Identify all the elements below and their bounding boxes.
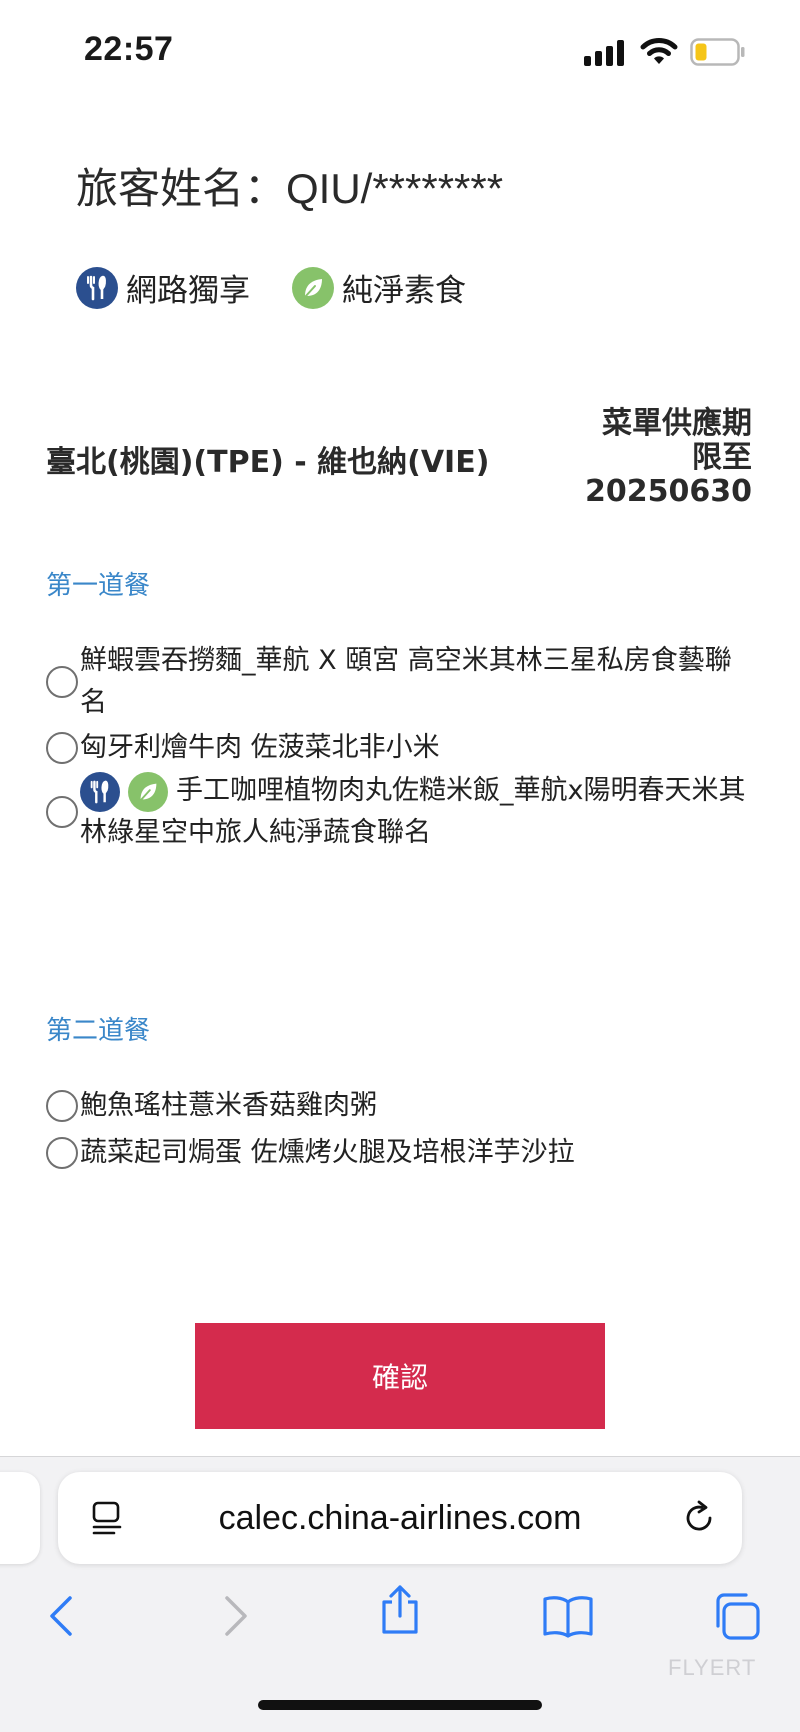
tabs-icon[interactable]: [712, 1590, 764, 1642]
leaf-icon: [292, 266, 334, 309]
home-indicator: [258, 1700, 542, 1710]
meal-option-label: 鮮蝦雲吞撈麵_華航 X 頤宮 高空米其林三星私房食藝聯名: [80, 645, 732, 718]
meal-option-label: 鮑魚瑤柱薏米香菇雞肉粥: [80, 1090, 377, 1121]
section-second-meal-title: 第二道餐: [46, 1016, 151, 1046]
legend-online-label: 網路獨享: [126, 273, 250, 309]
previous-tab-preview[interactable]: [0, 1472, 40, 1564]
battery-icon: [690, 38, 745, 66]
status-time: 22:57: [84, 30, 174, 68]
bookmarks-icon[interactable]: [542, 1590, 594, 1642]
radio-button[interactable]: [46, 1090, 78, 1122]
radio-button[interactable]: [46, 666, 78, 698]
meal-option-label: 蔬菜起司焗蛋 佐燻烤火腿及培根洋芋沙拉: [80, 1137, 575, 1168]
radio-button[interactable]: [46, 796, 78, 828]
passenger-name: 旅客姓名：QIU/********: [76, 165, 504, 212]
legend-pure-vegetarian: 純淨素食: [292, 265, 466, 310]
meal-option-text: 手工咖哩植物肉丸佐糙米飯_華航x陽明春天米其林綠星空中旅人純淨蔬食聯名: [80, 770, 756, 854]
meal-option-1-1[interactable]: 鮮蝦雲吞撈麵_華航 X 頤宮 高空米其林三星私房食藝聯名: [46, 640, 756, 724]
address-bar[interactable]: calec.china-airlines.com: [58, 1472, 742, 1564]
reload-icon[interactable]: [680, 1498, 720, 1538]
supply-date: 20250630: [585, 474, 752, 509]
watermark: FLYERT: [668, 1655, 757, 1680]
page-menu-icon[interactable]: [90, 1500, 126, 1536]
forward-icon[interactable]: [207, 1590, 259, 1642]
url-text[interactable]: calec.china-airlines.com: [208, 1472, 592, 1564]
fork-knife-icon: [80, 771, 120, 812]
meal-option-2-1[interactable]: 鮑魚瑤柱薏米香菇雞肉粥: [46, 1085, 756, 1127]
leaf-icon: [128, 771, 168, 812]
meal-option-label: 手工咖哩植物肉丸佐糙米飯_華航x陽明春天米其林綠星空中旅人純淨蔬食聯名: [80, 775, 746, 848]
radio-button[interactable]: [46, 1137, 78, 1169]
back-icon[interactable]: [38, 1590, 90, 1642]
meal-option-2-2[interactable]: 蔬菜起司焗蛋 佐燻烤火腿及培根洋芋沙拉: [46, 1132, 756, 1174]
radio-button[interactable]: [46, 732, 78, 764]
meal-option-1-2[interactable]: 匈牙利燴牛肉 佐菠菜北非小米: [46, 727, 756, 769]
wifi-icon: [640, 38, 678, 64]
legend-veg-label: 純淨素食: [342, 273, 466, 309]
supply-label-line1: 菜單供應期: [602, 406, 752, 441]
menu-supply-period: 菜單供應期 限至 20250630: [585, 407, 752, 509]
meal-option-1-3[interactable]: 手工咖哩植物肉丸佐糙米飯_華航x陽明春天米其林綠星空中旅人純淨蔬食聯名: [46, 770, 756, 854]
supply-label-line2: 限至: [692, 440, 752, 475]
flight-route: 臺北(桃園)(TPE) - 維也納(VIE): [46, 445, 490, 480]
share-icon[interactable]: [374, 1584, 426, 1636]
meal-option-label: 匈牙利燴牛肉 佐菠菜北非小米: [80, 732, 440, 763]
legend-online-exclusive: 網路獨享: [76, 265, 250, 310]
fork-knife-icon: [76, 266, 118, 309]
confirm-button[interactable]: 確認: [195, 1323, 605, 1429]
section-first-meal-title: 第一道餐: [46, 571, 151, 601]
cellular-signal-icon: [584, 40, 624, 66]
